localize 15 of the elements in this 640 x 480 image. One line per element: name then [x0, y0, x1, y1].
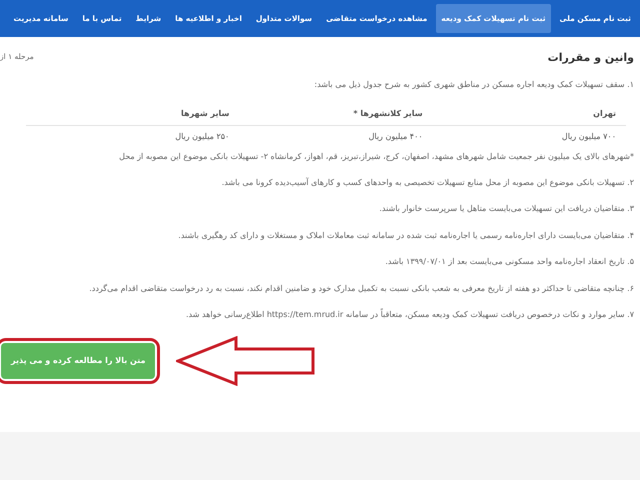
rule-text: ۵. تاریخ انعقاد اجاره‌نامه واحد مسکونی می‌بایست بعد از ۱۳۹۹/۰۷/۰۱ باشد.: [384, 257, 634, 268]
rule-text: ۴. متقاضیان می‌بایست دارای اجاره‌نامه رسمی یا اجاره‌نامه ثبت شده در سامانه ثبت معاملات املاک و مستغلات و دارای کد رهگیری باشند.: [177, 230, 634, 242]
rule-text: ۶. چنانچه متقاضی تا حداکثر دو هفته از تاریخ معرفی به شعب بانکی نسبت به تکمیل مدارک خود و ضامنین اقدام نکند، نسبت به رد درخواست متقاضی اقدام می‌گردد.: [88, 284, 634, 294]
table-cell-text: ۷۰۰ میلیون ریال: [560, 130, 616, 143]
rule-text: ۱. سقف تسهیلات کمک ودیعه اجاره مسکن در مناطق شهری کشور به شرح جدول ذیل می باشد:: [313, 80, 634, 91]
table-cell-text: ۴۰۰ میلیون ریال: [368, 130, 423, 143]
table-cell-text: ۲۵۰ میلیون ریال: [174, 130, 230, 143]
section-title: وانین و مقررات: [548, 51, 634, 64]
rule-text: ۳. متقاضیان دریافت این تسهیلات می‌بایست متاهل یا سرپرست خانوار باشند.: [378, 204, 634, 215]
column-header: سایر شهرها: [180, 108, 230, 120]
footnote-text: *شهرهای بالای یک میلیون نفر جمعیت شامل شهرهای مشهد، اصفهان، کرج، شیراز،تبریز، قم، اهواز، کرمانشاه ۲- تسهیلات بانکی موضوع این مصوبه از محل: [118, 152, 634, 162]
rule-text: ۷. سایر موارد و نکات درخصوص دریافت تسهیلات کمک ودیعه مسکن، متعاقباً در سامانه https://tem.mrud.ir اطلاع‌رسانی خواهد شد.: [185, 310, 634, 320]
rule-text: ۲. تسهیلات بانکی موضوع این مصوبه از محل منابع تسهیلات تخصیصی به واحدهای کسب و کارهای آسیب‌دیده کرونا می باشد.: [220, 178, 634, 188]
column-header: تهران: [592, 108, 616, 120]
column-header: سایر کلانشهرها *: [352, 108, 423, 120]
